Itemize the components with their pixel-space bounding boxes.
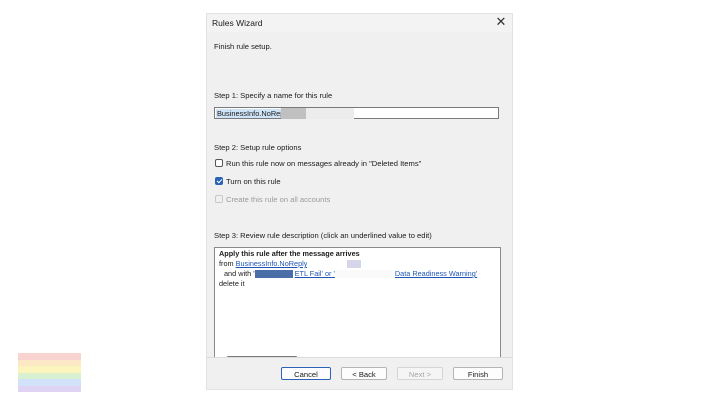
close-icon[interactable]: ✕ — [494, 15, 508, 29]
turn-on-rule-label: Turn on this rule — [226, 177, 281, 186]
apply-after-text: Apply this rule after the message arrive… — [219, 249, 360, 258]
from-text: from — [219, 259, 236, 268]
cancel-button[interactable]: Cancel — [281, 367, 331, 380]
rule-description-box[interactable]: Apply this rule after the message arrive… — [214, 247, 501, 365]
description-line-3: and with ' ETL Fail' or ' Data Readiness… — [224, 269, 477, 279]
redacted-block — [307, 260, 348, 269]
redacted-block — [306, 108, 354, 119]
run-now-checkbox[interactable] — [215, 159, 223, 167]
turn-on-rule-checkbox[interactable] — [215, 177, 223, 185]
description-line-2: from BusinessInfo.NoReply — [219, 259, 362, 269]
finish-button[interactable]: Finish — [453, 367, 503, 380]
rule-name-input[interactable]: BusinessInfo.NoRepl — [214, 107, 499, 119]
and-with-text: and with ' — [224, 269, 255, 278]
next-button: Next > — [397, 367, 443, 380]
redacted-block — [334, 270, 393, 279]
sender-link[interactable]: BusinessInfo.NoReply — [236, 259, 308, 268]
redacted-block — [254, 270, 293, 279]
description-line-1: Apply this rule after the message arrive… — [219, 249, 360, 258]
description-line-4: delete it — [219, 279, 245, 288]
back-button[interactable]: < Back — [341, 367, 387, 380]
all-accounts-checkbox — [215, 195, 223, 203]
finish-setup-heading: Finish rule setup. — [214, 42, 272, 51]
title-bar: Rules Wizard ✕ — [207, 14, 512, 32]
step1-label: Step 1: Specify a name for this rule — [214, 91, 333, 100]
step2-label: Step 2: Setup rule options — [214, 143, 302, 152]
dialog-title: Rules Wizard — [212, 18, 263, 28]
rules-wizard-dialog: Rules Wizard ✕ Finish rule setup. Step 1… — [206, 13, 513, 390]
subject-link-1[interactable]: ETL Fail' or ' — [295, 269, 335, 278]
rainbow-watermark — [18, 353, 81, 392]
all-accounts-label: Create this rule on all accounts — [226, 195, 331, 204]
redacted-block — [347, 260, 362, 269]
step3-label: Step 3: Review rule description (click a… — [214, 231, 432, 240]
delete-it-text: delete it — [219, 279, 245, 288]
dialog-body: Finish rule setup. Step 1: Specify a nam… — [207, 32, 512, 365]
run-now-label: Run this rule now on messages already in… — [226, 159, 422, 168]
rule-name-value: BusinessInfo.NoRepl — [216, 109, 288, 118]
subject-link-2[interactable]: Data Readiness Warning' — [395, 269, 477, 278]
redacted-block — [281, 108, 306, 119]
dialog-footer: Cancel < Back Next > Finish — [207, 358, 512, 389]
